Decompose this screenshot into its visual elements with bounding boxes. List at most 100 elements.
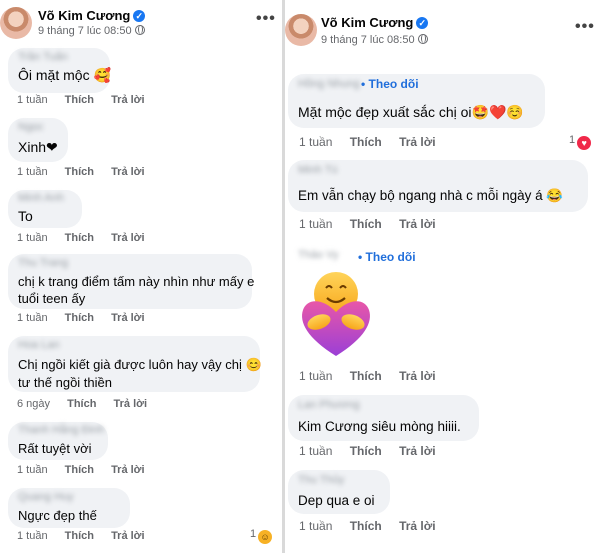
commenter-name[interactable]: Thu Trang <box>18 257 68 269</box>
comment-bubble: Lan Phương Kim Cương siêu mòng hiiii. <box>288 395 479 441</box>
like-button[interactable]: Thích <box>350 369 382 383</box>
like-button[interactable]: Thích <box>65 464 94 476</box>
reaction-count[interactable]: 1 ☺ <box>250 528 273 544</box>
comment-bubble: Ngọc Xinh❤ <box>8 118 68 162</box>
comment-time[interactable]: 1 tuần <box>299 444 332 458</box>
commenter-name[interactable]: Minh Tú <box>298 164 338 176</box>
comment-text-line: chị k trang điểm tấm này nhìn như mấy e <box>18 274 255 289</box>
commenter-name[interactable]: Thảo Vy <box>298 249 339 261</box>
author-name[interactable]: Võ Kim Cương ✓ <box>321 15 429 30</box>
verified-badge-icon: ✓ <box>416 17 429 29</box>
like-button[interactable]: Thích <box>65 312 94 324</box>
commenter-name[interactable]: Quang Huy <box>18 491 74 503</box>
reaction-count[interactable]: 1 ♥ <box>569 134 592 150</box>
right-screenshot-panel: Võ Kim Cương ✓ 9 tháng 7 lúc 08:50 ••• Hồ… <box>285 0 600 553</box>
post-header: Võ Kim Cương ✓ 9 tháng 7 lúc 08:50 ••• <box>285 0 600 46</box>
comment-actions: 6 ngày Thích Trả lời <box>17 398 147 410</box>
reply-button[interactable]: Trả lời <box>399 369 436 383</box>
globe-icon <box>417 34 428 44</box>
reply-button[interactable]: Trả lời <box>399 519 436 533</box>
comment-time[interactable]: 1 tuần <box>17 530 48 542</box>
author-name[interactable]: Võ Kim Cương ✓ <box>38 8 146 23</box>
more-options-icon[interactable]: ••• <box>575 18 595 36</box>
reply-button[interactable]: Trả lời <box>111 464 145 476</box>
comment-time[interactable]: 1 tuần <box>17 312 48 324</box>
comment-time[interactable]: 1 tuần <box>299 369 332 383</box>
like-button[interactable]: Thích <box>65 94 94 106</box>
author-avatar[interactable] <box>0 7 32 39</box>
comment-actions: 1 tuần Thích Trả lời <box>17 312 145 324</box>
comment-time[interactable]: 1 tuần <box>17 232 48 244</box>
follow-link[interactable]: • Theo dõi <box>358 250 416 264</box>
commenter-name[interactable]: Hồng Nhung <box>298 78 360 90</box>
comment-text: Kim Cương siêu mòng hiiii. <box>298 419 461 434</box>
comment-actions: 1 tuần Thích Trả lời <box>17 464 145 476</box>
like-button[interactable]: Thích <box>350 444 382 458</box>
reply-button[interactable]: Trả lời <box>111 232 145 244</box>
comment-bubble: Minh Tú Em vẫn chạy bộ ngang nhà c mỗi n… <box>288 160 588 212</box>
comment-actions: 1 tuần Thích Trả lời <box>17 94 145 106</box>
comment-time[interactable]: 1 tuần <box>17 166 48 178</box>
like-button[interactable]: Thích <box>65 232 94 244</box>
post-date[interactable]: 9 tháng 7 lúc 08:50 <box>321 34 428 46</box>
reply-button[interactable]: Trả lời <box>111 312 145 324</box>
left-screenshot-panel: Võ Kim Cương ✓ 9 tháng 7 lúc 08:50 ••• Tr… <box>0 0 282 553</box>
comment-text-line: Chị ngồi kiết già được luôn hay vậy chị … <box>18 357 262 372</box>
comment-actions: 1 tuần Thích Trả lời <box>299 217 436 231</box>
globe-icon <box>134 25 145 35</box>
commenter-name[interactable]: Ngọc <box>18 121 44 133</box>
reply-button[interactable]: Trả lời <box>111 166 145 178</box>
comment-bubble: Minh Anh To <box>8 190 82 228</box>
comment-time[interactable]: 6 ngày <box>17 398 50 410</box>
comment-actions: 1 tuần Thích Trả lời <box>17 232 145 244</box>
comment-text-line: tư thế ngồi thiền <box>18 375 112 390</box>
commenter-name[interactable]: Thanh Hằng Đinh <box>18 424 104 436</box>
comment-actions: 1 tuần Thích Trả lời <box>299 369 436 383</box>
comment-text: Xinh❤ <box>18 139 58 155</box>
heart-reaction-icon: ♥ <box>577 136 592 150</box>
reply-button[interactable]: Trả lời <box>111 94 145 106</box>
comment-text: Ôi mặt mộc 🥰 <box>18 67 111 83</box>
more-options-icon[interactable]: ••• <box>256 10 276 28</box>
commenter-name[interactable]: Hoa Lan <box>18 339 60 351</box>
hug-emoji-icon <box>302 272 370 356</box>
author-avatar[interactable] <box>285 14 317 46</box>
comment-text-line: tuổi teen ấy <box>18 291 86 306</box>
comment-actions: 1 tuần Thích Trả lời <box>17 166 145 178</box>
reply-button[interactable]: Trả lời <box>399 135 436 149</box>
comment-time[interactable]: 1 tuần <box>299 519 332 533</box>
reply-button[interactable]: Trả lời <box>114 398 148 410</box>
commenter-name[interactable]: Lan Phương <box>298 399 360 411</box>
comment-time[interactable]: 1 tuần <box>299 217 332 231</box>
laugh-reaction-icon: ☺ <box>258 530 273 544</box>
comment-text: Ngực đẹp thế <box>18 508 97 523</box>
like-button[interactable]: Thích <box>67 398 96 410</box>
like-button[interactable]: Thích <box>350 519 382 533</box>
like-button[interactable]: Thích <box>65 530 94 542</box>
follow-link[interactable]: • Theo dõi <box>361 77 419 91</box>
comment-time[interactable]: 1 tuần <box>17 464 48 476</box>
comment-text: Dep qua e oi <box>298 493 375 508</box>
like-button[interactable]: Thích <box>350 135 382 149</box>
commenter-name[interactable]: Thu Thủy <box>298 474 344 486</box>
reply-button[interactable]: Trả lời <box>399 444 436 458</box>
post-date[interactable]: 9 tháng 7 lúc 08:50 <box>38 25 145 37</box>
commenter-name[interactable]: Trần Tuấn <box>18 51 68 63</box>
comment-time[interactable]: 1 tuần <box>17 94 48 106</box>
comment-bubble: Thu Trang chị k trang điểm tấm này nhìn … <box>8 254 255 309</box>
commenter-name[interactable]: Minh Anh <box>18 192 64 204</box>
like-button[interactable]: Thích <box>350 217 382 231</box>
comment-actions: 1 tuần Thích Trả lời <box>299 519 436 533</box>
comment-bubble: Hồng Nhung • Theo dõi Mặt mộc đẹp xuất s… <box>288 74 545 128</box>
comment-text: To <box>18 208 33 224</box>
comment-bubble: Trần Tuấn Ôi mặt mộc 🥰 <box>8 48 111 93</box>
comment-text: Mặt mộc đẹp xuất sắc chị oi🤩❤️☺️ <box>298 104 524 120</box>
like-button[interactable]: Thích <box>65 166 94 178</box>
comment-time[interactable]: 1 tuần <box>299 135 332 149</box>
reply-button[interactable]: Trả lời <box>111 530 145 542</box>
reply-button[interactable]: Trả lời <box>399 217 436 231</box>
comment-text: Em vẫn chạy bộ ngang nhà c mỗi ngày á 😂 <box>298 188 564 203</box>
comment-actions: 1 tuần Thích Trả lời <box>17 530 145 542</box>
comment-actions: 1 tuần Thích Trả lời <box>299 135 436 149</box>
comment-actions: 1 tuần Thích Trả lời <box>299 444 436 458</box>
